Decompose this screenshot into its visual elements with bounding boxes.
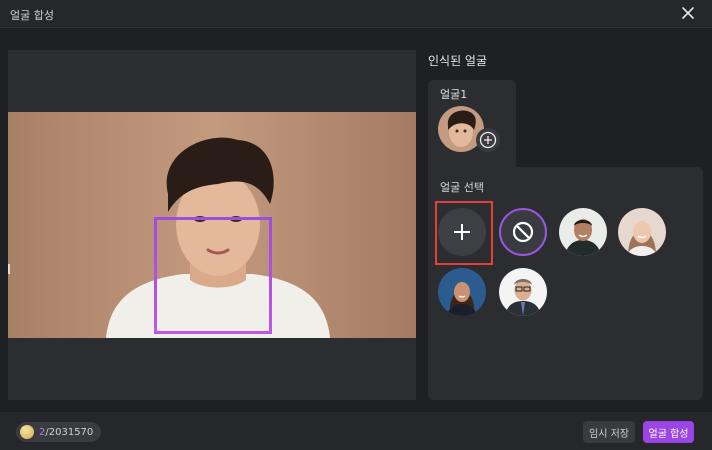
face-select-label: 얼굴 선택 [440,181,484,194]
credits-total: /2031570 [45,426,94,438]
face-option-man-suit[interactable] [499,268,547,316]
detected-faces-title: 인식된 얼굴 [428,54,488,68]
image-preview [8,50,416,400]
temp-save-button[interactable]: 임시 저장 [583,421,635,443]
face-option-woman-news[interactable] [438,268,486,316]
face-option-man-smiling[interactable] [559,208,607,256]
face-select-panel: 얼굴 선택 [428,167,703,400]
edge-marker [8,264,10,274]
face-detection-box [154,217,272,334]
bottom-bar: 2/2031570 임시 저장 얼굴 합성 [0,412,712,450]
upload-face-button[interactable] [438,208,486,256]
add-face-button[interactable] [476,128,500,152]
face-option-woman-smiling[interactable] [618,208,666,256]
no-face-option[interactable] [499,208,547,256]
face-tab-label: 얼굴1 [440,88,468,101]
detected-face-tab[interactable]: 얼굴1 [428,80,516,170]
source-photo [8,112,416,338]
face-compose-button[interactable]: 얼굴 합성 [643,421,694,443]
credits-counter: 2/2031570 [16,422,102,442]
plus-icon [454,224,470,240]
prohibited-icon [512,221,534,243]
plus-circle-icon [479,131,497,149]
title-bar: 얼굴 합성 [0,0,712,28]
close-icon[interactable] [680,5,696,21]
coin-icon [20,425,34,439]
window-title: 얼굴 합성 [10,9,54,22]
